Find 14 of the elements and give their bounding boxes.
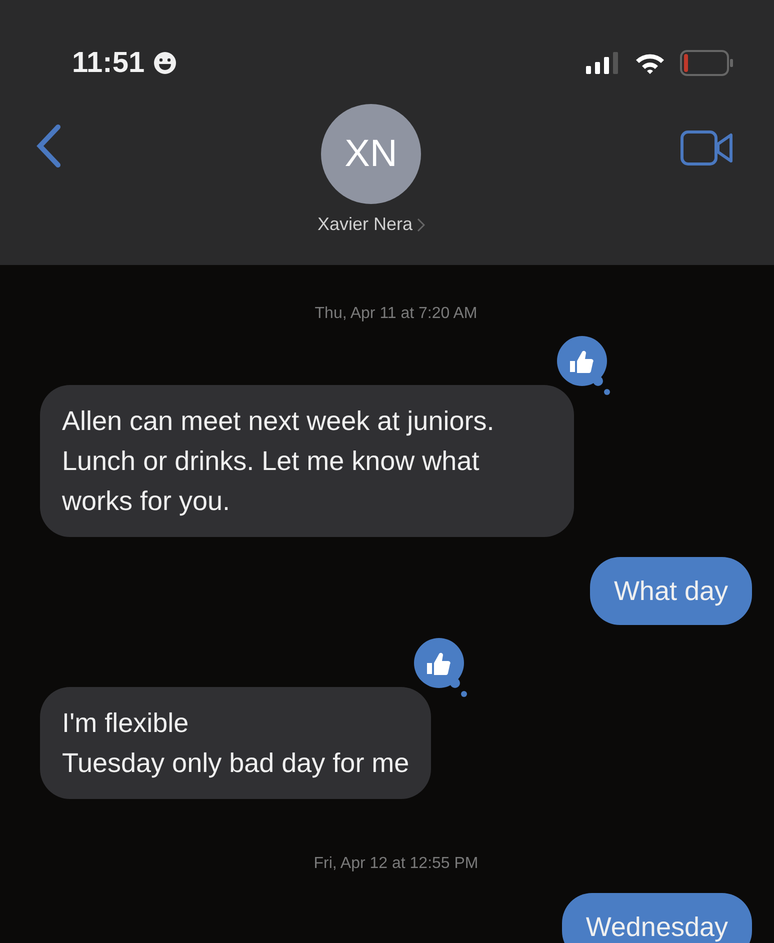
received-message-bubble[interactable]: I'm flexible Tuesday only bad day for me	[40, 687, 432, 799]
battery-icon	[680, 50, 734, 76]
signal-icon	[586, 52, 620, 74]
status-time: 11:51	[72, 46, 145, 80]
sent-message-bubble[interactable]: Wednesday	[562, 893, 752, 943]
sent-message-bubble[interactable]: What day	[590, 557, 752, 625]
message-timestamp: Fri, Apr 12 at 12:55 PM	[314, 855, 478, 873]
received-message-bubble[interactable]: Allen can meet next week at juniors. Lunch or drinks. Let me know what works for you.	[40, 385, 574, 537]
video-call-icon[interactable]	[680, 130, 734, 166]
contact-name[interactable]: Xavier Nera	[317, 214, 425, 235]
chevron-icon	[416, 218, 425, 232]
message-timestamp: Thu, Apr 11 at 7:20 AM	[314, 305, 478, 323]
smiley-icon	[152, 51, 177, 75]
back-icon[interactable]	[36, 124, 62, 168]
